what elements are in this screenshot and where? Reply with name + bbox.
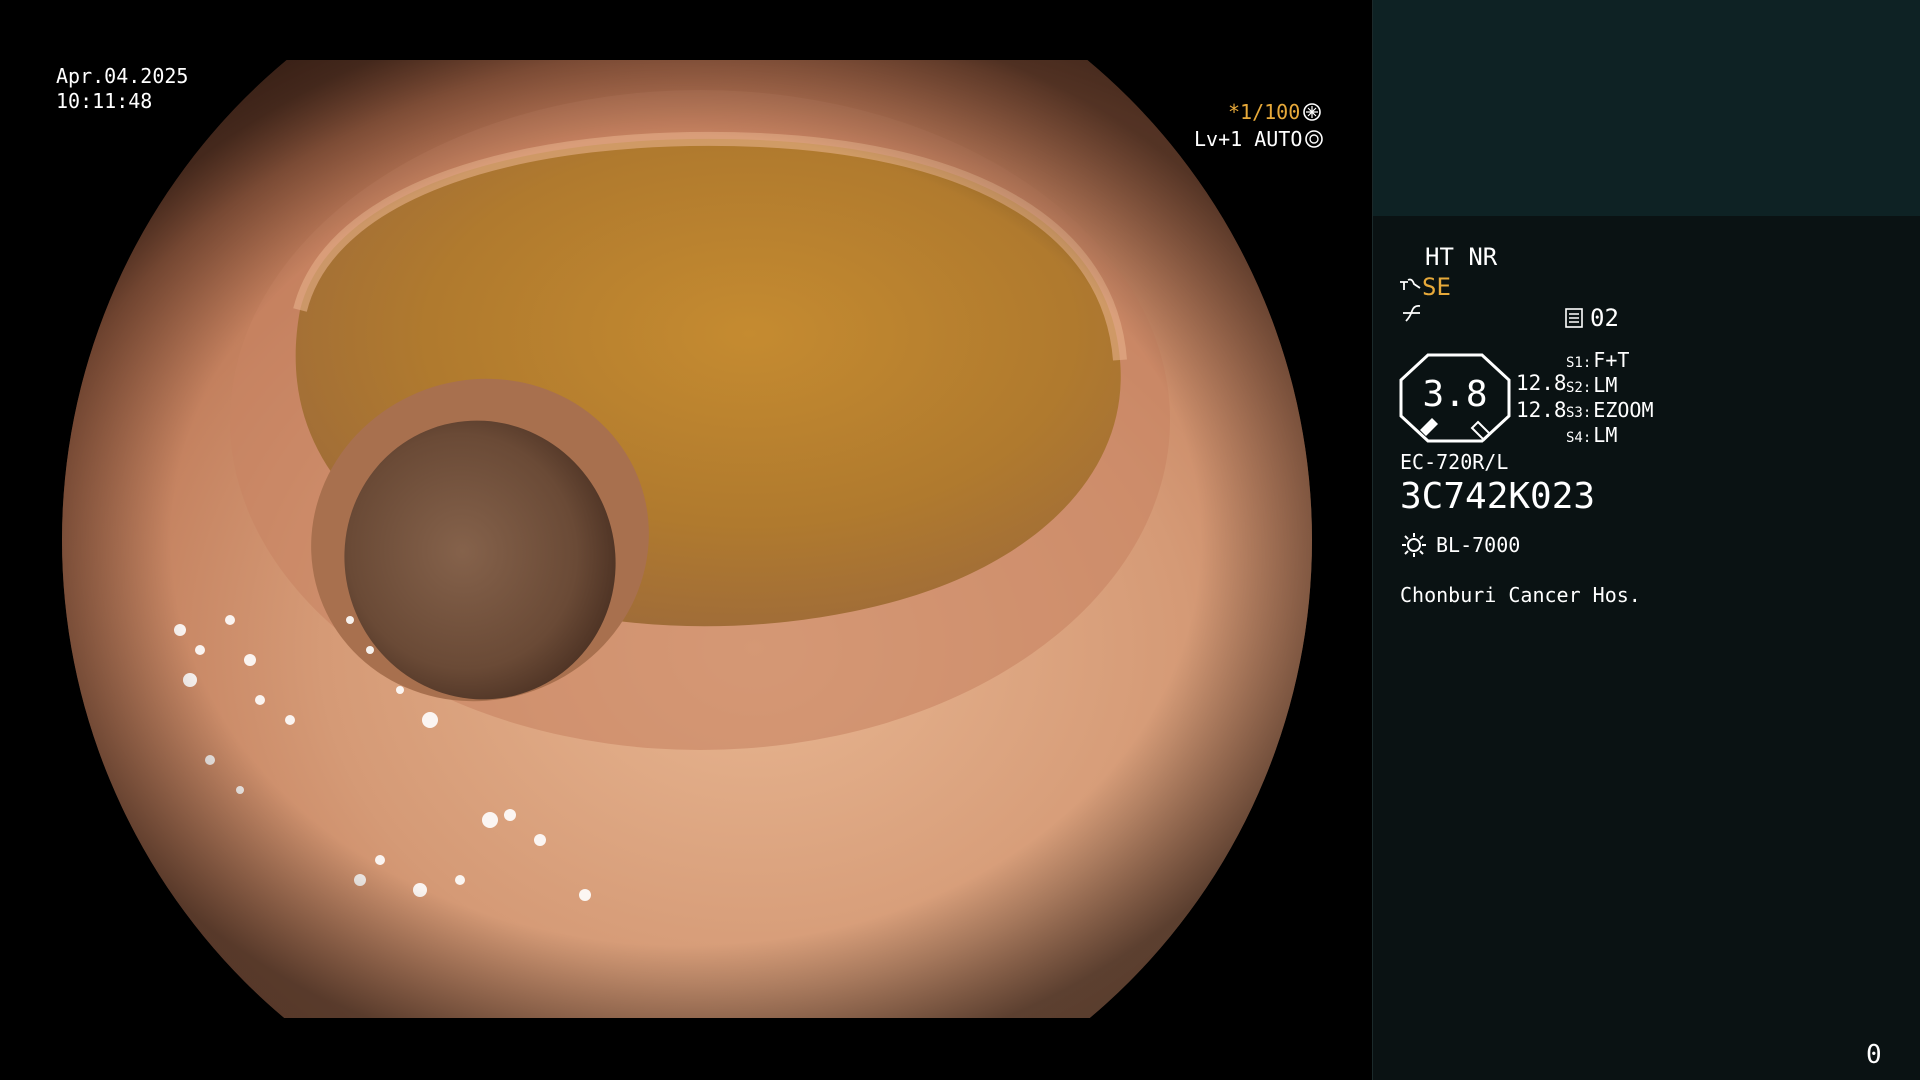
scope-model: EC-720R/L [1400, 450, 1509, 474]
gain-top: 12.8 [1516, 371, 1567, 395]
f-mode-row [1400, 303, 1424, 331]
endoscope-view: Apr.04.2025 10:11:48 *1/100 Lv+1 AUTO [0, 0, 1372, 1080]
date-text: Apr.04.2025 [56, 64, 189, 88]
switch-value: EZOOM [1593, 398, 1654, 422]
level-readout: Lv+1 AUTO [1194, 127, 1324, 151]
lightbulb-icon [1402, 533, 1426, 557]
switch-key: S3: [1566, 405, 1592, 421]
zoom-value: 3.8 [1422, 374, 1488, 415]
scope-serial: 3C742K023 [1400, 476, 1596, 517]
light-source-label: BL-7000 [1436, 533, 1521, 557]
hospital-name: Chonburi Cancer Hos. [1400, 583, 1641, 607]
document-icon [1565, 308, 1583, 328]
se-mode-icon [1400, 278, 1421, 290]
enhancement-row: SE [1398, 273, 1451, 301]
gain-bottom: 12.8 [1516, 398, 1567, 422]
info-panel [1373, 216, 1920, 1080]
enhancement-label: SE [1422, 273, 1451, 301]
time-text: 10:11:48 [56, 89, 153, 113]
f-mode-icon [1403, 304, 1421, 322]
shutter-readout: *1/100 [1228, 100, 1322, 124]
switch-value: LM [1593, 373, 1618, 397]
light-source-row: BL-7000 [1400, 531, 1520, 559]
doc-number: 02 [1590, 304, 1619, 332]
switch-row-s1: S1: F+T [1566, 348, 1629, 372]
switch-key: S4: [1566, 430, 1592, 446]
switch-value: F+T [1593, 348, 1630, 372]
panel-top-block [1373, 0, 1920, 216]
endoscope-image [62, 60, 1312, 1018]
switch-row-s3: S3: EZOOM [1566, 398, 1654, 422]
level-text: Lv+1 AUTO [1194, 127, 1303, 151]
frame-counter: 0 [1866, 1040, 1882, 1070]
switch-row-s4: S4: LM [1566, 423, 1617, 447]
switch-row-s2: S2: LM [1566, 373, 1617, 397]
shutter-icon [1303, 103, 1322, 121]
shutter-text: *1/100 [1228, 100, 1301, 124]
switch-key: S2: [1566, 380, 1592, 396]
switch-value: LM [1593, 423, 1618, 447]
datetime: Apr.04.2025 10:11:48 [56, 64, 188, 114]
switch-key: S1: [1566, 355, 1592, 371]
auto-iris-icon [1305, 130, 1324, 148]
document-row: 02 [1564, 304, 1619, 332]
mode-label: HT NR [1425, 243, 1498, 271]
